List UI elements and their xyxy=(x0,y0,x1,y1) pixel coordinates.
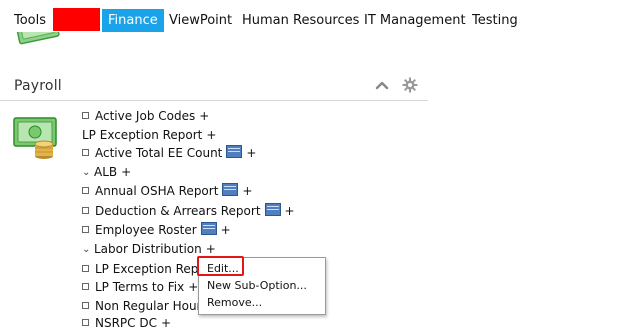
nav-finance[interactable]: Finance xyxy=(102,9,164,32)
list-item-label[interactable]: Employee Roster xyxy=(95,223,197,237)
list-item[interactable]: Active Total EE Count + xyxy=(82,143,256,163)
list-folder[interactable]: ⌄ ALB + xyxy=(82,162,131,182)
money-icon xyxy=(14,32,62,52)
menu-item-new-sub-option[interactable]: New Sub-Option... xyxy=(207,279,307,292)
list-item-label[interactable]: Labor Distribution xyxy=(94,242,202,256)
nav-human-resources[interactable]: Human Resources xyxy=(242,12,359,29)
add-sub-option-button[interactable]: + xyxy=(221,223,231,237)
redacted-nav-item[interactable] xyxy=(53,8,100,31)
bullet-icon xyxy=(82,283,89,290)
nav-viewpoint[interactable]: ViewPoint xyxy=(169,12,232,29)
chevron-down-icon[interactable]: ⌄ xyxy=(82,163,92,183)
list-item[interactable]: Active Job Codes + xyxy=(82,106,209,126)
bullet-icon xyxy=(82,265,89,272)
list-item-label[interactable]: Active Total EE Count xyxy=(95,146,222,160)
bullet-icon xyxy=(82,112,89,119)
table-icon[interactable] xyxy=(264,203,281,216)
list-item[interactable]: LP Terms to Fix + xyxy=(82,277,198,297)
list-item-label[interactable]: LP Terms to Fix xyxy=(95,280,184,294)
chevron-down-icon[interactable]: ⌄ xyxy=(82,240,92,260)
add-sub-option-button[interactable]: + xyxy=(199,109,209,123)
list-item[interactable]: LP Exception Repor xyxy=(82,259,211,279)
add-sub-option-button[interactable]: + xyxy=(188,280,198,294)
bullet-icon xyxy=(82,226,89,233)
list-item[interactable]: Deduction & Arrears Report + xyxy=(82,201,295,221)
payroll-section-header: Payroll xyxy=(0,72,428,101)
bullet-icon xyxy=(82,187,89,194)
top-navigation: Tools Finance ViewPoint Human Resources … xyxy=(0,0,624,40)
list-item-label[interactable]: LP Exception Repor xyxy=(95,262,211,276)
list-item[interactable]: Employee Roster + xyxy=(82,220,231,240)
list-folder[interactable]: ⌄ Labor Distribution + xyxy=(82,239,216,259)
nav-testing[interactable]: Testing xyxy=(472,12,518,29)
list-item[interactable]: LP Exception Report + xyxy=(82,125,216,145)
list-item-label[interactable]: Non Regular Hours xyxy=(95,299,208,313)
list-item-label[interactable]: LP Exception Report xyxy=(82,128,202,142)
add-sub-option-button[interactable]: + xyxy=(285,204,295,218)
gear-icon[interactable] xyxy=(402,77,418,93)
bullet-icon xyxy=(82,207,89,214)
section-title: Payroll xyxy=(14,78,62,94)
money-icon xyxy=(12,112,62,162)
collapse-up-icon[interactable] xyxy=(374,77,390,93)
list-item-label[interactable]: Deduction & Arrears Report xyxy=(95,204,261,218)
bullet-icon xyxy=(82,302,89,309)
table-icon[interactable] xyxy=(226,145,243,158)
list-item-label[interactable]: NSRPC DC xyxy=(95,316,157,330)
list-item-label[interactable]: Active Job Codes xyxy=(95,109,195,123)
menu-item-remove[interactable]: Remove... xyxy=(207,296,262,309)
add-sub-option-button[interactable]: + xyxy=(206,242,216,256)
table-icon[interactable] xyxy=(200,222,217,235)
nav-tools[interactable]: Tools xyxy=(14,12,46,29)
table-icon[interactable] xyxy=(222,183,239,196)
list-item[interactable]: NSRPC DC + xyxy=(82,313,171,333)
nav-it-management[interactable]: IT Management xyxy=(364,12,466,29)
bullet-icon xyxy=(82,149,89,156)
add-sub-option-button[interactable]: + xyxy=(206,128,216,142)
list-item[interactable]: Annual OSHA Report + xyxy=(82,181,252,201)
list-item-label[interactable]: Annual OSHA Report xyxy=(95,184,218,198)
add-sub-option-button[interactable]: + xyxy=(246,146,256,160)
add-sub-option-button[interactable]: + xyxy=(242,184,252,198)
add-sub-option-button[interactable]: + xyxy=(121,165,131,179)
add-sub-option-button[interactable]: + xyxy=(161,316,171,330)
list-item-label[interactable]: ALB xyxy=(94,165,117,179)
highlight-box xyxy=(197,256,244,276)
